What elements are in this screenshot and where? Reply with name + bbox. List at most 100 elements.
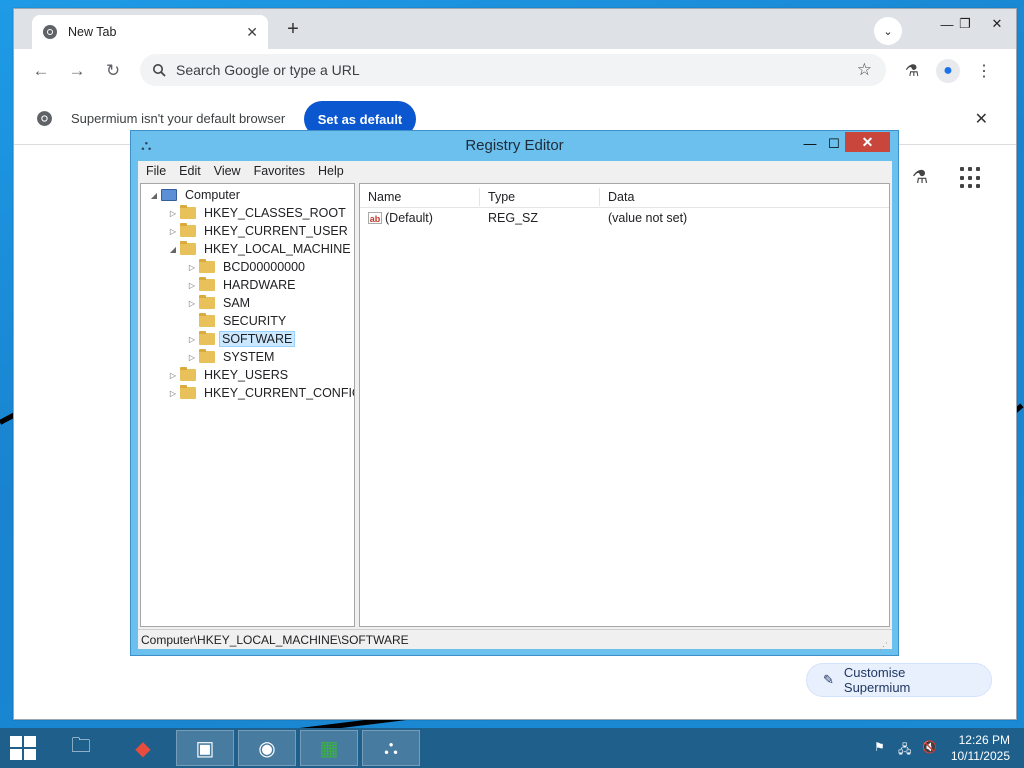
supermium-taskbar-icon[interactable]: ◉ xyxy=(238,730,296,766)
table-row[interactable]: ab (Default) REG_SZ (value not set) xyxy=(360,208,889,228)
value-data: (value not set) xyxy=(608,211,688,225)
tree-node-label: SAM xyxy=(223,296,251,310)
folder-icon xyxy=(180,367,196,381)
ntp-labs-icon[interactable]: ⚗ xyxy=(912,167,928,188)
column-header-data[interactable]: Data xyxy=(600,188,890,206)
address-bar[interactable]: Search Google or type a URL ☆ xyxy=(140,54,886,86)
tree-node[interactable]: ▷ HKEY_CLASSES_ROOT xyxy=(168,204,350,222)
close-window-button[interactable]: ✕ xyxy=(982,13,1012,35)
expand-icon[interactable]: ▷ xyxy=(168,209,178,218)
control-panel-icon[interactable]: ▣ xyxy=(176,730,234,766)
tree-node-label: HKEY_CURRENT_CONFIG xyxy=(204,386,355,400)
resize-grip-icon[interactable]: ⋰ xyxy=(879,636,888,656)
tree-node[interactable]: ▷ HKEY_CURRENT_USER xyxy=(168,222,352,240)
taskbar: 🗀 ◆ ▣ ◉ ▦ ⛬ ⚑ 🖧 🔇 12:26 PM 10/11/2025 xyxy=(0,728,1024,768)
bookmark-star-icon[interactable]: ☆ xyxy=(857,60,872,80)
expand-icon[interactable]: ▷ xyxy=(187,281,197,290)
tab-title: New Tab xyxy=(68,25,117,39)
expand-icon[interactable]: ▷ xyxy=(168,371,178,380)
tree-node[interactable]: ◢ HKEY_LOCAL_MACHINE xyxy=(168,240,354,258)
clock[interactable]: 12:26 PM 10/11/2025 xyxy=(951,732,1010,764)
registry-editor-window: ⛬ Registry Editor — ☐ ✕ File Edit View F… xyxy=(130,130,899,656)
chrome-icon xyxy=(43,25,57,39)
arrow-left-icon: ← xyxy=(32,61,50,80)
column-header-type[interactable]: Type xyxy=(480,188,600,206)
restore-icon: ❐ xyxy=(959,16,971,31)
folder-icon xyxy=(180,205,196,219)
status-path: Computer\HKEY_LOCAL_MACHINE\SOFTWARE xyxy=(141,633,409,647)
tree-node[interactable]: ▷ BCD00000000 xyxy=(187,258,309,276)
tree-node-label: BCD00000000 xyxy=(223,260,306,274)
tab-new-tab[interactable]: New Tab ✕ xyxy=(32,15,268,49)
profile-avatar[interactable]: ● xyxy=(936,59,960,83)
tree-node[interactable]: ▷ SYSTEM xyxy=(187,348,278,366)
values-header: Name Type Data xyxy=(360,184,889,208)
infobar-close-icon[interactable]: ✕ xyxy=(975,109,988,129)
menu-kebab-icon[interactable]: ⋮ xyxy=(972,59,996,83)
tree-node-label: HKEY_CURRENT_USER xyxy=(204,224,348,238)
tree-node-label: HKEY_USERS xyxy=(204,368,289,382)
restore-button[interactable]: ❐ xyxy=(936,13,971,35)
customise-button[interactable]: ✎ Customise Supermium xyxy=(806,663,992,697)
new-tab-button[interactable]: + xyxy=(280,16,306,42)
expand-icon[interactable]: ▷ xyxy=(187,299,197,308)
key-tree: ◢ Computer ▷ HKEY_CLASSES_ROOT ▷ HKEY_CURRENT… xyxy=(140,183,355,627)
collapse-icon[interactable]: ◢ xyxy=(149,191,159,200)
reload-button[interactable]: ↻ xyxy=(101,59,125,83)
tree-node[interactable]: ◢ Computer xyxy=(149,186,244,204)
tree-node[interactable]: SECURITY xyxy=(187,312,290,330)
browser-toolbar: ← → ↻ Search Google or type a URL ☆ ⚗ ● … xyxy=(14,49,1016,93)
file-explorer-icon[interactable]: 🗀 xyxy=(52,730,110,766)
tree-node[interactable]: ▷ SOFTWARE xyxy=(187,330,296,348)
expand-icon[interactable]: ▷ xyxy=(187,263,197,272)
collapse-icon[interactable]: ◢ xyxy=(168,245,178,254)
tab-close-icon[interactable]: ✕ xyxy=(246,24,258,41)
maximize-button[interactable]: ☐ xyxy=(823,133,845,155)
folder-icon xyxy=(199,277,215,291)
arrow-right-icon: → xyxy=(68,61,86,80)
value-type: REG_SZ xyxy=(488,211,539,225)
person-icon: ● xyxy=(943,62,953,79)
menu-bar: File Edit View Favorites Help xyxy=(138,161,892,181)
network-icon[interactable]: 🖧 xyxy=(898,740,911,761)
chevron-down-icon: ⌄ xyxy=(883,25,893,38)
apps-grid-icon[interactable] xyxy=(960,167,982,189)
expand-icon[interactable]: ▷ xyxy=(168,227,178,236)
tree-node-label: HARDWARE xyxy=(223,278,296,292)
tree-node[interactable]: ▷ HKEY_USERS xyxy=(168,366,292,384)
action-center-flag-icon[interactable]: ⚑ xyxy=(874,740,885,754)
regedit-taskbar-icon[interactable]: ⛬ xyxy=(362,730,420,766)
close-button[interactable]: ✕ xyxy=(845,132,890,152)
menu-edit[interactable]: Edit xyxy=(179,164,201,178)
supermium-icon xyxy=(37,111,52,126)
status-bar: Computer\HKEY_LOCAL_MACHINE\SOFTWARE ⋰ xyxy=(138,629,892,651)
expand-icon[interactable]: ▷ xyxy=(187,353,197,362)
forward-button[interactable]: → xyxy=(65,59,89,83)
store-icon[interactable]: ▦ xyxy=(300,730,358,766)
start-button[interactable] xyxy=(10,736,36,760)
app-red-icon[interactable]: ◆ xyxy=(114,730,172,766)
tree-node-label: SOFTWARE xyxy=(219,331,296,347)
menu-view[interactable]: View xyxy=(214,164,241,178)
minimize-button[interactable]: — xyxy=(799,133,821,155)
labs-flask-icon[interactable]: ⚗ xyxy=(900,59,924,83)
column-header-name[interactable]: Name xyxy=(360,188,480,206)
value-name: (Default) xyxy=(385,211,433,225)
folder-icon xyxy=(199,313,215,327)
tree-node[interactable]: ▷ HARDWARE xyxy=(187,276,299,294)
menu-favorites[interactable]: Favorites xyxy=(254,164,305,178)
tree-node[interactable]: ▷ SAM xyxy=(187,294,254,312)
tree-node[interactable]: ▷ HKEY_CURRENT_CONFIG xyxy=(168,384,355,402)
folder-icon xyxy=(199,295,215,309)
tab-search-button[interactable]: ⌄ xyxy=(874,17,902,45)
expand-icon[interactable]: ▷ xyxy=(168,389,178,398)
tree-node-label: SYSTEM xyxy=(223,350,275,364)
minimize-icon: — xyxy=(803,136,817,151)
value-name-cell: ab (Default) xyxy=(360,211,433,225)
expand-icon[interactable]: ▷ xyxy=(187,335,197,344)
menu-file[interactable]: File xyxy=(146,164,166,178)
menu-help[interactable]: Help xyxy=(318,164,344,178)
back-button[interactable]: ← xyxy=(29,59,53,83)
volume-muted-icon[interactable]: 🔇 xyxy=(922,740,937,754)
folder-icon xyxy=(199,349,215,363)
